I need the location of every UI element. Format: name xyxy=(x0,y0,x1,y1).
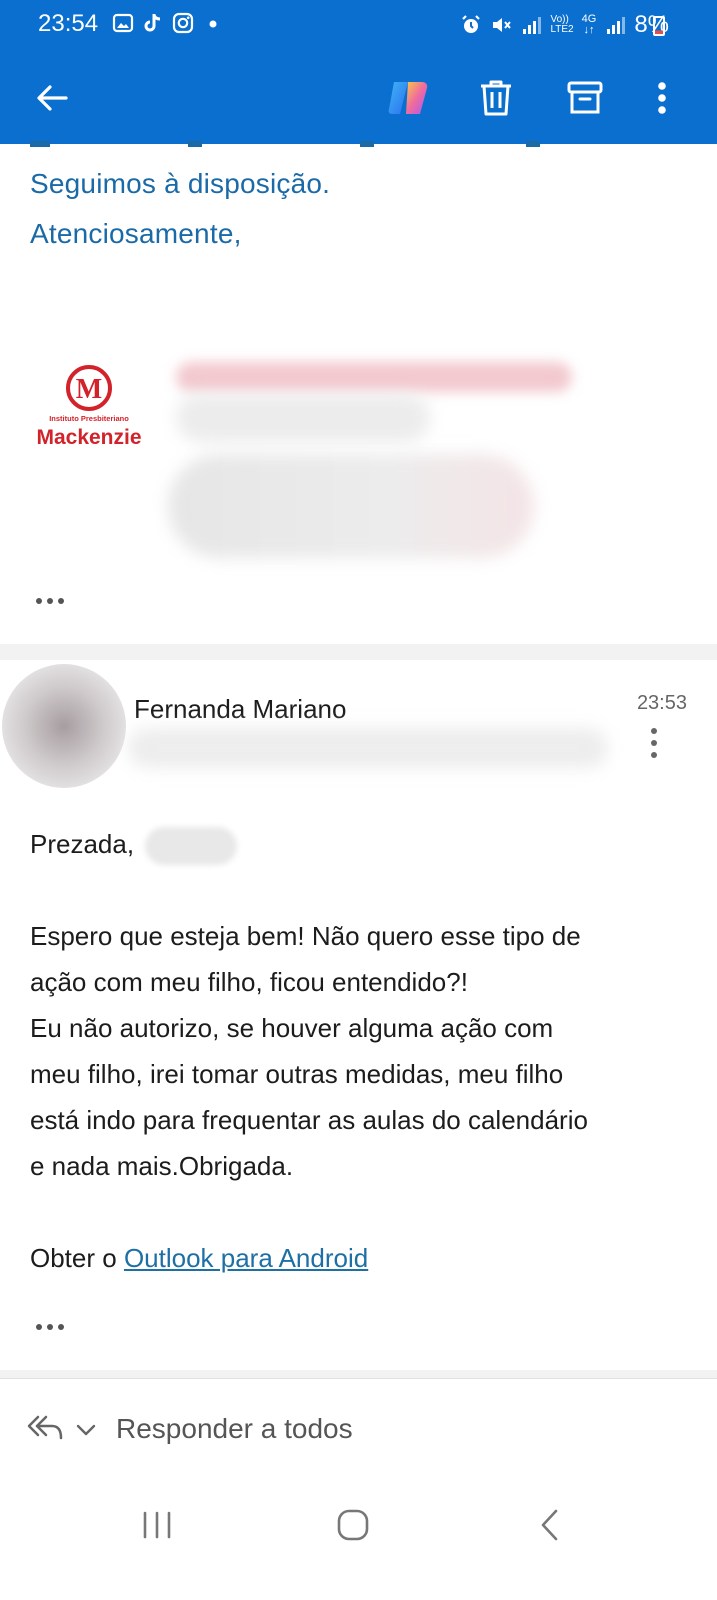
sender-name[interactable]: Fernanda Mariano xyxy=(134,694,346,725)
show-quoted-text-button[interactable] xyxy=(36,596,70,606)
copilot-button[interactable] xyxy=(380,70,436,126)
lte-text: LTE2 xyxy=(550,24,574,35)
archive-button[interactable] xyxy=(557,70,613,126)
closing-line-1: Seguimos à disposição. xyxy=(30,168,331,199)
paragraph-line: Espero que esteja bem! Não quero esse ti… xyxy=(30,921,581,951)
message-divider xyxy=(0,644,717,660)
redacted-recipients xyxy=(128,728,608,768)
mackenzie-logo-graphic: M Instituto Presbiteriano Mackenzie xyxy=(36,365,142,449)
signature-prefix: Obter o xyxy=(30,1243,124,1273)
dot xyxy=(58,1324,64,1330)
avatar[interactable] xyxy=(2,664,126,788)
outlook-android-link[interactable]: Outlook para Android xyxy=(124,1243,368,1273)
show-quoted-text-button-2[interactable] xyxy=(36,1322,70,1332)
dot xyxy=(47,1324,53,1330)
svg-text:M: M xyxy=(76,374,102,405)
signal-icon-2 xyxy=(607,17,626,34)
signature-line: Obter o Outlook para Android xyxy=(30,1235,690,1281)
recents-icon[interactable] xyxy=(140,1510,174,1540)
svg-text:Mackenzie: Mackenzie xyxy=(36,426,141,449)
back-button[interactable] xyxy=(24,70,80,126)
chevron-down-icon[interactable] xyxy=(76,1423,96,1437)
dot xyxy=(36,1324,42,1330)
mackenzie-logo: M Instituto Presbiteriano Mackenzie xyxy=(28,364,150,454)
data-arrows-icon: ↓↑ xyxy=(583,24,595,36)
copilot-icon xyxy=(388,82,428,114)
greeting-text: Prezada, xyxy=(30,829,135,859)
delete-button[interactable] xyxy=(468,70,524,126)
gallery-icon xyxy=(112,13,134,33)
volte-label: Vo)) LTE2 xyxy=(550,15,573,35)
trash-icon xyxy=(481,80,511,116)
more-options-button[interactable] xyxy=(634,70,690,126)
status-bar: 23:54 Vo)) LTE2 4G ↓↑ 8% xyxy=(0,0,717,52)
more-vertical-icon xyxy=(658,82,666,114)
reply-bar[interactable]: Responder a todos xyxy=(0,1378,717,1482)
svg-text:Instituto Presbiteriano: Instituto Presbiteriano xyxy=(49,414,129,423)
paragraph-1: Espero que esteja bem! Não quero esse ti… xyxy=(30,913,690,1189)
system-nav-bar xyxy=(0,1482,717,1600)
mute-icon xyxy=(493,18,512,32)
archive-icon xyxy=(567,81,603,114)
dot xyxy=(47,598,53,604)
home-icon[interactable] xyxy=(336,1508,370,1542)
paragraph-line: ação com meu filho, ficou entendido?! xyxy=(30,967,468,997)
instagram-icon xyxy=(172,12,194,34)
tiktok-icon xyxy=(144,14,161,32)
greeting: Prezada, xyxy=(30,821,690,867)
dot xyxy=(58,598,64,604)
reply-all-button[interactable]: Responder a todos xyxy=(116,1413,353,1445)
clipped-text-fragments xyxy=(30,141,540,147)
redacted-recipient-name xyxy=(145,827,238,866)
back-arrow-icon xyxy=(37,85,68,111)
redacted-title xyxy=(176,394,430,442)
paragraph-line: meu filho, irei tomar outras medidas, me… xyxy=(30,1059,564,1089)
dot xyxy=(36,598,42,604)
redacted-name xyxy=(176,362,572,392)
app-bar xyxy=(0,52,717,144)
paragraph-line: e nada mais.Obrigada. xyxy=(30,1151,294,1181)
network-type: 4G ↓↑ xyxy=(582,14,597,36)
dot xyxy=(651,740,657,746)
redacted-contact-info xyxy=(168,454,534,558)
dot-icon xyxy=(209,20,217,28)
paragraph-line: Eu não autorizo, se houver alguma ação c… xyxy=(30,1013,554,1043)
dot xyxy=(651,752,657,758)
paragraph-line: está indo para frequentar as aulas do ca… xyxy=(30,1105,588,1135)
alarm-icon xyxy=(462,15,481,33)
status-time: 23:54 xyxy=(38,10,99,37)
message-time: 23:53 xyxy=(636,692,687,714)
notification-icons xyxy=(112,12,224,34)
reply-all-icon xyxy=(27,1415,63,1440)
bottom-divider xyxy=(0,1370,717,1378)
closing-line-2: Atenciosamente, xyxy=(30,218,242,249)
battery-icon xyxy=(653,16,665,36)
clipped-text-line xyxy=(30,138,570,148)
message-more-button[interactable] xyxy=(647,728,661,758)
signal-icon xyxy=(523,17,542,34)
dot xyxy=(651,728,657,734)
system-icons: Vo)) LTE2 4G ↓↑ 8% xyxy=(460,11,669,39)
back-icon[interactable] xyxy=(538,1508,562,1542)
